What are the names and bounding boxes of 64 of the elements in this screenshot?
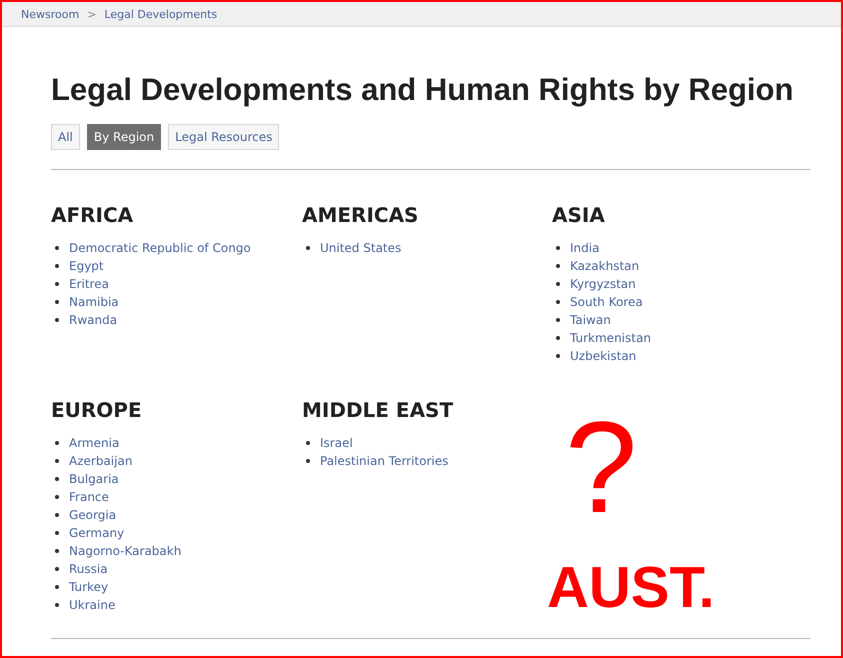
country-link[interactable]: India [570, 241, 600, 255]
country-link[interactable]: Armenia [69, 436, 120, 450]
page-title: Legal Developments and Human Rights by Region [51, 71, 794, 109]
country-link[interactable]: Bulgaria [69, 472, 119, 486]
country-link[interactable]: Germany [69, 526, 124, 540]
country-link[interactable]: Taiwan [570, 313, 611, 327]
bullet-icon [55, 282, 59, 286]
breadcrumb-link[interactable]: Legal Developments [104, 8, 218, 20]
filter-tab[interactable]: Legal Resources [168, 124, 280, 150]
bullet-icon [556, 336, 560, 340]
breadcrumb-link[interactable]: Newsroom [21, 8, 80, 20]
bullet-icon [55, 585, 59, 589]
bullet-icon [55, 459, 59, 463]
bullet-icon [55, 300, 59, 304]
region-heading: EUROPE [51, 398, 143, 422]
country-link[interactable]: Nagorno-Karabakh [69, 544, 182, 558]
country-link[interactable]: South Korea [570, 295, 643, 309]
country-link[interactable]: Israel [320, 436, 353, 450]
bullet-icon [55, 264, 59, 268]
region-heading: AFRICA [51, 203, 134, 227]
bullet-icon [556, 300, 560, 304]
country-link[interactable]: Palestinian Territories [320, 454, 448, 468]
bullet-icon [55, 318, 59, 322]
country-link[interactable]: Democratic Republic of Congo [69, 241, 251, 255]
region-heading: ASIA [552, 203, 606, 227]
bullet-icon [556, 246, 560, 250]
bullet-icon [306, 459, 310, 463]
bullet-icon [55, 495, 59, 499]
country-link[interactable]: Turkmenistan [570, 331, 651, 345]
country-link[interactable]: United States [320, 241, 402, 255]
filter-tab[interactable]: By Region [86, 124, 162, 150]
bullet-icon [55, 246, 59, 250]
country-link[interactable]: Kyrgyzstan [570, 277, 636, 291]
bullet-icon [55, 477, 59, 481]
bullet-icon [55, 441, 59, 445]
bullet-icon [55, 549, 59, 553]
bullet-icon [556, 264, 560, 268]
country-link[interactable]: Kazakhstan [570, 259, 640, 273]
bullet-icon [55, 603, 59, 607]
handwritten-question-mark: ? [565, 402, 638, 532]
bullet-icon [55, 531, 59, 535]
country-link[interactable]: Eritrea [69, 277, 109, 291]
country-link[interactable]: France [69, 490, 109, 504]
region-heading: AMERICAS [302, 203, 420, 227]
bullet-icon [306, 441, 310, 445]
country-link[interactable]: Ukraine [69, 598, 116, 612]
country-link[interactable]: Azerbaijan [69, 454, 132, 468]
country-link[interactable]: Turkey [69, 580, 108, 594]
filter-tab[interactable]: All [51, 124, 80, 150]
breadcrumb-separator: > [87, 8, 96, 20]
country-link[interactable]: Namibia [69, 295, 119, 309]
country-link[interactable]: Rwanda [69, 313, 118, 327]
country-link[interactable]: Georgia [69, 508, 116, 522]
bullet-icon [55, 567, 59, 571]
region-heading: MIDDLE EAST [302, 398, 454, 422]
country-link[interactable]: Russia [69, 562, 108, 576]
bullet-icon [556, 318, 560, 322]
bullet-icon [556, 282, 560, 286]
bullet-icon [55, 513, 59, 517]
country-link[interactable]: Egypt [69, 259, 104, 273]
bullet-icon [556, 354, 560, 358]
country-link[interactable]: Uzbekistan [570, 349, 636, 363]
handwritten-note: AUST. [547, 559, 715, 617]
bullet-icon [306, 246, 310, 250]
